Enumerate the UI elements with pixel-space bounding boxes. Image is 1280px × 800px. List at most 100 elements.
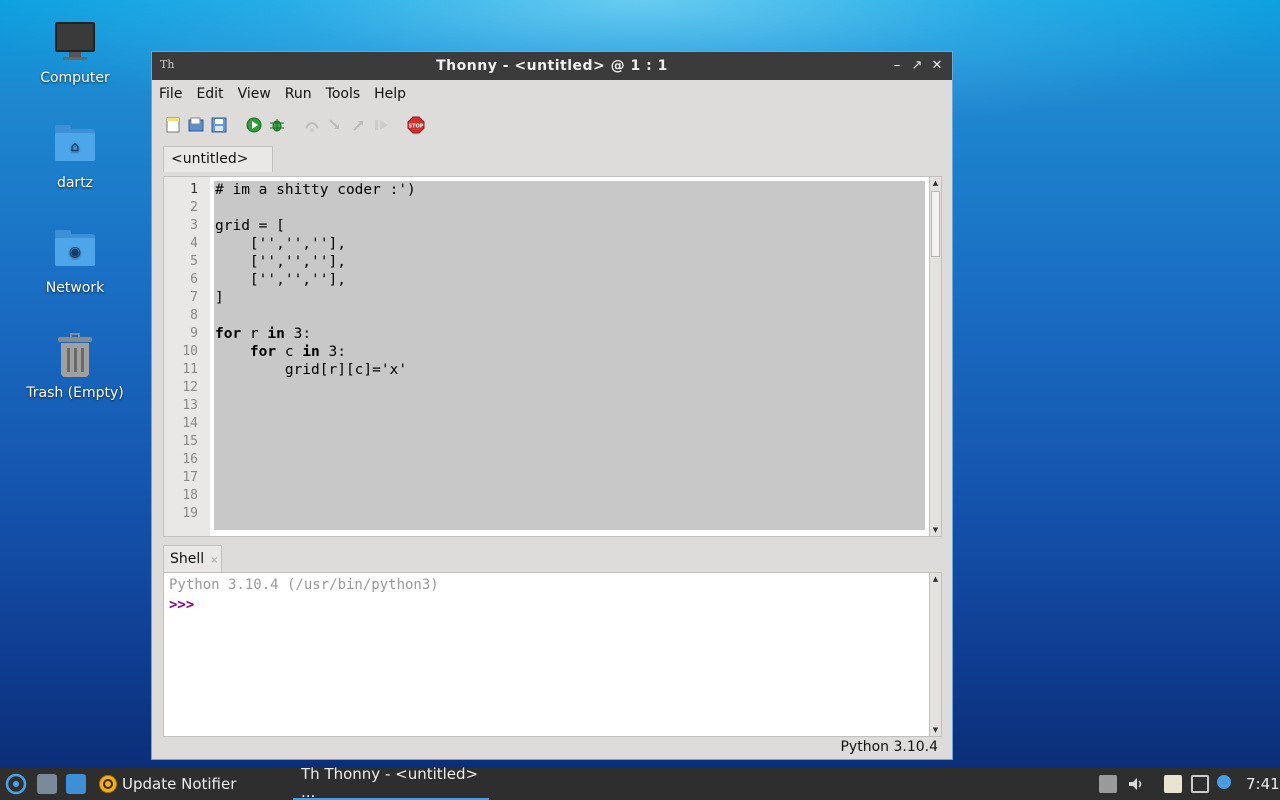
code-editor[interactable]: 1 2 3 4 5 6 7 8 9 10 11 12 13 14 15 16 17 18 19 # im a shi… — [163, 176, 942, 537]
taskbar-update-notifier[interactable]: Update Notifier — [98, 768, 236, 800]
window-title: Thonny - <untitled> @ 1 : 1 — [436, 58, 668, 74]
code-line: # im a shitty coder :') — [215, 182, 416, 198]
title-bar[interactable]: Th Thonny - <untitled> @ 1 : 1 – ↗ ✕ — [152, 52, 952, 80]
save-file-icon[interactable] — [210, 116, 228, 134]
desktop-icon-computer[interactable]: Computer — [20, 16, 130, 86]
code-line: ['','',''], — [215, 272, 346, 288]
shell-scrollbar[interactable]: ▲ ▼ — [929, 573, 941, 736]
line-number: 3 — [190, 218, 198, 233]
code-line: for r in 3: — [215, 326, 312, 342]
debug-icon[interactable] — [268, 116, 286, 134]
file-manager-launcher[interactable] — [37, 768, 57, 800]
scroll-up-icon[interactable]: ▲ — [930, 177, 941, 189]
code-line: grid = [ — [215, 218, 285, 234]
show-desktop-launcher[interactable] — [66, 768, 86, 800]
menu-edit[interactable]: Edit — [196, 86, 223, 102]
python-version-status[interactable]: Python 3.10.4 — [840, 739, 938, 755]
close-button[interactable]: ✕ — [928, 56, 946, 76]
step-over-icon[interactable] — [303, 116, 321, 134]
line-number-gutter: 1 2 3 4 5 6 7 8 9 10 11 12 13 14 15 16 17 18 19 — [164, 177, 210, 536]
line-number: 19 — [182, 506, 198, 521]
step-out-icon[interactable] — [349, 116, 367, 134]
line-number: 17 — [182, 470, 198, 485]
shell-tab-close-icon[interactable]: × — [210, 555, 218, 566]
stop-label: STOP — [409, 124, 424, 130]
toolbar: STOP — [152, 108, 952, 142]
scroll-thumb[interactable] — [931, 191, 940, 257]
menu-run[interactable]: Run — [285, 86, 312, 102]
code-line: for c in 3: — [249, 344, 346, 360]
line-number: 12 — [182, 380, 198, 395]
show-desktop-icon — [66, 774, 86, 794]
line-number: 13 — [182, 398, 198, 413]
status-bar: Python 3.10.4 — [152, 735, 952, 759]
start-menu-button[interactable] — [5, 768, 27, 800]
line-number: 14 — [182, 416, 198, 431]
clock[interactable]: 7:41 — [1246, 768, 1280, 800]
line-number: 4 — [190, 236, 198, 251]
trash-icon — [51, 331, 99, 379]
line-number: 16 — [182, 452, 198, 467]
tray-menu-icon[interactable] — [1099, 775, 1117, 793]
code-selection-area[interactable]: # im a shitty coder :') grid = [ ['','',… — [214, 181, 925, 530]
clock-time: 7:41 — [1246, 775, 1280, 793]
line-number: 18 — [182, 488, 198, 503]
new-file-icon[interactable] — [164, 116, 182, 134]
update-notifier-icon — [99, 775, 117, 793]
editor-scrollbar[interactable]: ▲ ▼ — [929, 177, 941, 536]
notification-icon[interactable] — [1217, 775, 1231, 789]
shell-info: Python 3.10.4 (/usr/bin/python3) — [169, 577, 439, 593]
line-number: 10 — [182, 344, 198, 359]
thonny-window: Th Thonny - <untitled> @ 1 : 1 – ↗ ✕ Fil… — [151, 51, 953, 760]
menu-view[interactable]: View — [238, 86, 271, 102]
menu-help[interactable]: Help — [374, 86, 406, 102]
thonny-window-label: Th Thonny - <untitled> ... — [301, 765, 479, 800]
shell-prompt: >>> — [169, 597, 195, 613]
code-line: ['','',''], — [215, 236, 346, 252]
desktop-icon-trash[interactable]: Trash (Empty) — [20, 331, 130, 401]
open-file-icon[interactable] — [187, 116, 205, 134]
step-into-icon[interactable] — [326, 116, 344, 134]
line-number: 15 — [182, 434, 198, 449]
menu-tools[interactable]: Tools — [326, 86, 361, 102]
tab-shell[interactable]: Shell × — [163, 545, 222, 573]
editor-tab-row: <untitled> *× — [152, 142, 952, 191]
taskbar: Update Notifier Th Thonny - <untitled> .… — [0, 765, 1280, 800]
code-text[interactable]: # im a shitty coder :') grid = [ ['','',… — [214, 181, 925, 379]
computer-icon — [51, 16, 99, 64]
clipboard-icon[interactable] — [1164, 775, 1182, 793]
volume-icon[interactable] — [1127, 775, 1145, 793]
tab-untitled[interactable]: <untitled> *× — [163, 146, 273, 191]
desktop-icon-home[interactable]: ⌂ dartz — [20, 121, 130, 191]
network-folder-icon: ◉ — [51, 226, 99, 274]
network-status-icon[interactable] — [1191, 775, 1209, 793]
menu-bar: File Edit View Run Tools Help — [152, 80, 952, 108]
desktop-icon-label: dartz — [56, 175, 94, 191]
line-number: 2 — [190, 200, 198, 215]
minimize-button[interactable]: – — [888, 56, 906, 76]
maximize-button[interactable]: ↗ — [908, 56, 926, 76]
desktop-icon-label: Trash (Empty) — [26, 385, 124, 401]
line-number: 7 — [190, 290, 198, 305]
line-number: 9 — [190, 326, 198, 341]
desktop-icon-label: Computer — [40, 70, 110, 86]
stop-icon[interactable]: STOP — [407, 116, 425, 134]
code-line: ] — [215, 290, 224, 306]
home-folder-icon: ⌂ — [51, 121, 99, 169]
line-number: 1 — [190, 182, 198, 197]
line-number: 6 — [190, 272, 198, 287]
scroll-down-icon[interactable]: ▼ — [930, 524, 941, 536]
code-line: grid[r][c]='x' — [215, 362, 408, 378]
desktop-icon-network[interactable]: ◉ Network — [20, 226, 130, 296]
update-notifier-label: Update Notifier — [122, 775, 237, 793]
file-manager-icon — [37, 774, 57, 794]
run-icon[interactable] — [245, 116, 263, 134]
line-number: 5 — [190, 254, 198, 269]
menu-file[interactable]: File — [159, 86, 182, 102]
taskbar-thonny-window[interactable]: Th Thonny - <untitled> ... — [293, 765, 489, 800]
shell-tab-label: Shell — [170, 551, 205, 567]
resume-icon[interactable] — [372, 116, 390, 134]
line-number: 8 — [190, 308, 198, 323]
shell-panel[interactable]: Python 3.10.4 (/usr/bin/python3) >>> ▲ ▼ — [163, 572, 942, 737]
scroll-up-icon[interactable]: ▲ — [930, 573, 941, 585]
